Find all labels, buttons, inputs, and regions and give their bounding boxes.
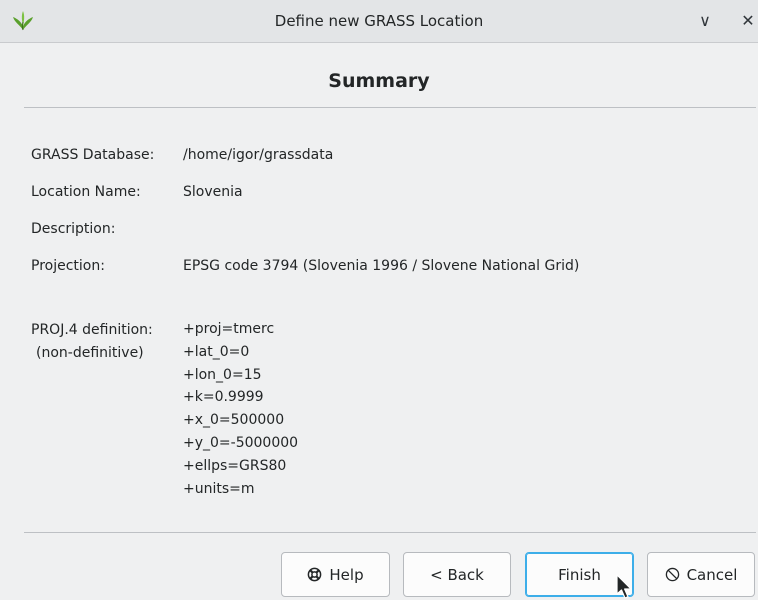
proj4-line: +units=m [183, 480, 255, 497]
lifebuoy-icon [308, 567, 322, 582]
proj4-line: +lon_0=15 [183, 366, 262, 383]
back-button[interactable]: < Back [403, 552, 511, 597]
cancel-circle-icon [665, 567, 679, 582]
database-label: GRASS Database: [31, 147, 155, 163]
help-button-label: Help [329, 565, 364, 584]
close-button[interactable]: ✕ [737, 10, 758, 32]
proj4-line: +y_0=-5000000 [183, 434, 299, 451]
proj4-line: +x_0=500000 [183, 412, 285, 429]
location-label: Location Name: [31, 184, 141, 200]
divider-top [24, 107, 756, 108]
proj4-definition: +proj=tmerc +lat_0=0 +lon_0=15 +k=0.9999… [183, 318, 298, 500]
proj4-sublabel: (non-definitive) [36, 345, 144, 361]
description-label: Description: [31, 221, 116, 237]
finish-button-label: Finish [558, 565, 601, 584]
proj4-line: +ellps=GRS80 [183, 457, 287, 474]
divider-bottom [24, 532, 756, 533]
title-bar[interactable]: Define new GRASS Location ∨ ✕ [0, 0, 758, 43]
page-title: Summary [328, 70, 430, 92]
database-value: /home/igor/grassdata [183, 147, 334, 163]
proj4-line: +k=0.9999 [183, 389, 264, 406]
mouse-pointer-icon [616, 574, 632, 599]
cancel-button[interactable]: Cancel [647, 552, 755, 597]
help-button[interactable]: Help [281, 552, 390, 597]
back-button-label: < Back [430, 565, 484, 584]
proj4-line: +lat_0=0 [183, 343, 250, 360]
proj4-line: +proj=tmerc [183, 321, 275, 337]
location-value: Slovenia [183, 184, 243, 200]
window-title: Define new GRASS Location [274, 12, 484, 30]
cancel-button-label: Cancel [686, 565, 738, 584]
projection-label: Projection: [31, 258, 105, 274]
minimize-button[interactable]: ∨ [694, 10, 716, 32]
projection-value: EPSG code 3794 (Slovenia 1996 / Slovene … [183, 258, 580, 274]
proj4-label: PROJ.4 definition: [31, 322, 153, 338]
